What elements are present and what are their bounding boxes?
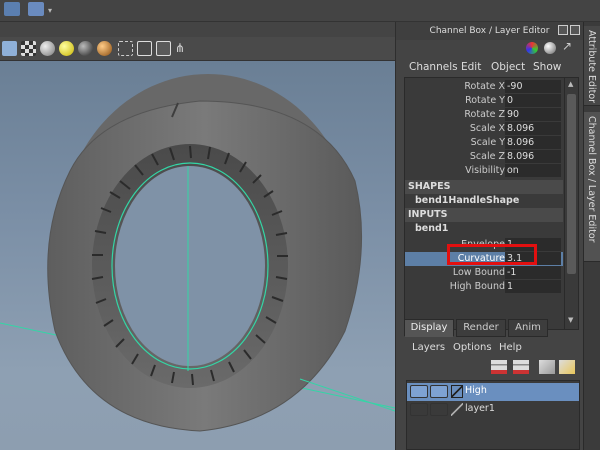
- channel-list: Rotate X -90 Rotate Y 0 Rotate Z 90 Scal…: [404, 77, 579, 330]
- menu-help[interactable]: Help: [499, 342, 522, 353]
- visibility-toggle[interactable]: [410, 403, 428, 416]
- dropdown-arrow-icon[interactable]: ▾: [48, 6, 52, 15]
- menu-show[interactable]: Show: [533, 61, 561, 73]
- side-tab-label: Channel Box / Layer Editor: [586, 116, 597, 243]
- float-window-icon[interactable]: [558, 25, 568, 35]
- side-tab-strip: Attribute Editor Channel Box / Layer Edi…: [583, 22, 600, 450]
- side-tab-label: Attribute Editor: [586, 30, 597, 104]
- channel-color-icon[interactable]: [526, 42, 538, 54]
- xray-cube-icon[interactable]: [137, 41, 152, 56]
- grid-axis-line-right: [299, 378, 395, 412]
- maya-window: ▾ ⋔ Channel Box / Layer Editor ↗ Channel…: [0, 0, 600, 450]
- channel-value-field[interactable]: 8.096: [505, 136, 561, 149]
- attr-label: High Bound: [449, 281, 505, 292]
- channel-label: Rotate X: [464, 81, 505, 92]
- channel-value-field[interactable]: on: [505, 164, 561, 177]
- input-node-name[interactable]: bend1: [415, 223, 448, 234]
- section-header-inputs: INPUTS: [408, 209, 448, 220]
- channel-value-field[interactable]: 8.096: [505, 150, 561, 163]
- ring-hole: [115, 166, 265, 366]
- channel-value-field[interactable]: -90: [505, 80, 561, 93]
- viewport-toolbar: ⋔: [0, 37, 395, 61]
- scroll-up-arrow-icon[interactable]: ▲: [568, 80, 573, 88]
- camera-cube-icon[interactable]: [156, 41, 171, 56]
- channel-row-scale-z[interactable]: Scale Z 8.096: [405, 150, 563, 164]
- panel-title: Channel Box / Layer Editor: [429, 26, 550, 36]
- menu-channels[interactable]: Channels: [409, 61, 458, 73]
- channel-label: Scale X: [469, 123, 505, 134]
- channel-label: Rotate Y: [465, 95, 505, 106]
- arrow-tool-icon[interactable]: ↗: [562, 39, 572, 53]
- layer-name: layer1: [465, 403, 495, 414]
- layer-from-selection-icon[interactable]: [559, 360, 575, 374]
- top-toolbar: ▾: [0, 0, 600, 22]
- layer-list: High layer1: [406, 380, 580, 450]
- attr-row-low-bound[interactable]: Low Bound -1: [405, 266, 563, 280]
- texture-sphere-icon[interactable]: [97, 41, 112, 56]
- channel-label: Rotate Z: [464, 109, 505, 120]
- light-sphere-icon[interactable]: [59, 41, 74, 56]
- new-layer-selected-icon[interactable]: [513, 360, 529, 374]
- scrollbar-thumb[interactable]: [567, 94, 576, 274]
- shelf-icon-2[interactable]: [28, 2, 44, 16]
- channel-row-rotate-y[interactable]: Rotate Y 0: [405, 94, 563, 108]
- channel-row-rotate-x[interactable]: Rotate X -90: [405, 80, 563, 94]
- channel-row-rotate-z[interactable]: Rotate Z 90: [405, 108, 563, 122]
- channel-value-field[interactable]: 0: [505, 94, 561, 107]
- highlight-annotation-box: [447, 244, 537, 265]
- menu-object[interactable]: Object: [491, 61, 525, 73]
- attr-value-field[interactable]: -1: [505, 266, 561, 279]
- checker-icon[interactable]: [21, 41, 36, 56]
- 3d-viewport[interactable]: [0, 61, 395, 450]
- isolate-select-icon[interactable]: [118, 41, 133, 56]
- channel-value-field[interactable]: 8.096: [505, 122, 561, 135]
- channel-scrollbar[interactable]: ▲ ▼: [564, 78, 578, 329]
- layer-color-swatch[interactable]: [451, 403, 463, 416]
- tab-anim[interactable]: Anim: [508, 319, 548, 337]
- close-window-icon[interactable]: [570, 25, 580, 35]
- shape-node-name[interactable]: bend1HandleShape: [415, 195, 519, 206]
- playback-toggle[interactable]: [430, 385, 448, 398]
- new-layer-icon[interactable]: [491, 360, 507, 374]
- layer-tabs: Display Render Anim: [404, 319, 579, 337]
- attr-value-field[interactable]: 1: [505, 280, 561, 293]
- wireframe-cube-icon[interactable]: [2, 41, 17, 56]
- tab-display[interactable]: Display: [404, 319, 454, 337]
- playback-toggle[interactable]: [430, 403, 448, 416]
- attr-label: Low Bound: [452, 267, 505, 278]
- menu-edit[interactable]: Edit: [461, 61, 481, 73]
- channel-row-scale-x[interactable]: Scale X 8.096: [405, 122, 563, 136]
- tab-attribute-editor[interactable]: Attribute Editor: [584, 26, 600, 106]
- smooth-sphere-icon[interactable]: [40, 41, 55, 56]
- tab-render[interactable]: Render: [456, 319, 506, 337]
- channel-box-panel: Channel Box / Layer Editor ↗ Channels Ed…: [395, 22, 583, 450]
- share-nodes-icon[interactable]: ⋔: [175, 41, 190, 56]
- layer-name: High: [465, 385, 487, 396]
- channel-value-field[interactable]: 90: [505, 108, 561, 121]
- channel-label: Scale Z: [469, 151, 505, 162]
- layer-row-layer1[interactable]: layer1: [407, 401, 579, 419]
- channel-label: Visibility: [465, 165, 505, 176]
- menu-options[interactable]: Options: [453, 342, 492, 353]
- shelf-icon-1[interactable]: [4, 2, 20, 16]
- attr-row-high-bound[interactable]: High Bound 1: [405, 280, 563, 294]
- menu-layers[interactable]: Layers: [412, 342, 445, 353]
- layer-menu-bar: Layers Options Help: [396, 340, 583, 358]
- layer-color-swatch[interactable]: [451, 385, 463, 398]
- channel-label: Scale Y: [470, 137, 505, 148]
- sphere-display-icon[interactable]: [544, 42, 556, 54]
- shadow-sphere-icon[interactable]: [78, 41, 93, 56]
- panel-title-bar: Channel Box / Layer Editor: [396, 22, 583, 40]
- empty-layer-icon[interactable]: [539, 360, 555, 374]
- channel-menu-bar: Channels Edit Object Show: [396, 58, 583, 76]
- viewport-scene: [0, 74, 395, 432]
- visibility-toggle[interactable]: [410, 385, 428, 398]
- channel-row-scale-y[interactable]: Scale Y 8.096: [405, 136, 563, 150]
- section-header-shapes: SHAPES: [408, 181, 451, 192]
- layer-row-high[interactable]: High: [407, 383, 579, 401]
- channel-row-visibility[interactable]: Visibility on: [405, 164, 563, 178]
- tab-channel-box[interactable]: Channel Box / Layer Editor: [584, 112, 600, 262]
